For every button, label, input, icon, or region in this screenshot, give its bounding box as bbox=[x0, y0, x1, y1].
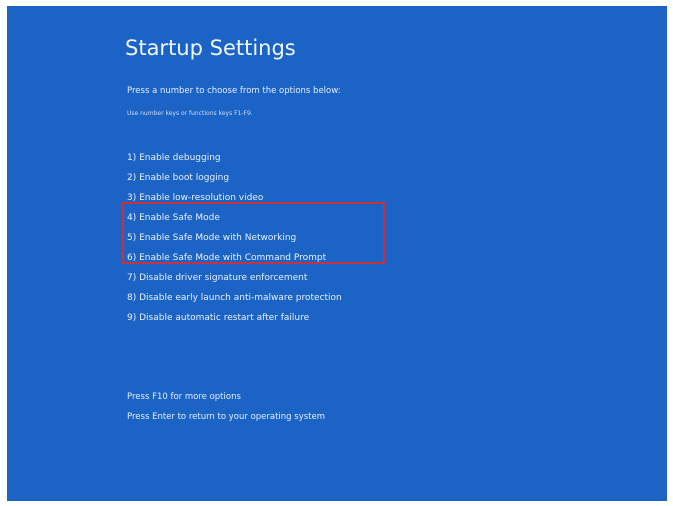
option-disable-early-launch-antimalware[interactable]: 8) Disable early launch anti-malware pro… bbox=[127, 288, 342, 308]
option-disable-auto-restart[interactable]: 9) Disable automatic restart after failu… bbox=[127, 308, 342, 328]
startup-settings-screen: Startup Settings Press a number to choos… bbox=[7, 6, 667, 501]
option-disable-driver-signature[interactable]: 7) Disable driver signature enforcement bbox=[127, 268, 342, 288]
safe-mode-highlight-box bbox=[122, 202, 385, 264]
instruction-text: Press a number to choose from the option… bbox=[127, 86, 341, 96]
return-to-os-text: Press Enter to return to your operating … bbox=[127, 412, 326, 422]
more-options-text: Press F10 for more options bbox=[127, 392, 241, 402]
option-enable-boot-logging[interactable]: 2) Enable boot logging bbox=[127, 168, 342, 188]
footer-instructions: Press F10 for more options Press Enter t… bbox=[127, 387, 325, 427]
option-enable-debugging[interactable]: 1) Enable debugging bbox=[127, 148, 342, 168]
key-hint-text: Use number keys or functions keys F1-F9. bbox=[127, 110, 253, 117]
page-title: Startup Settings bbox=[125, 36, 296, 60]
